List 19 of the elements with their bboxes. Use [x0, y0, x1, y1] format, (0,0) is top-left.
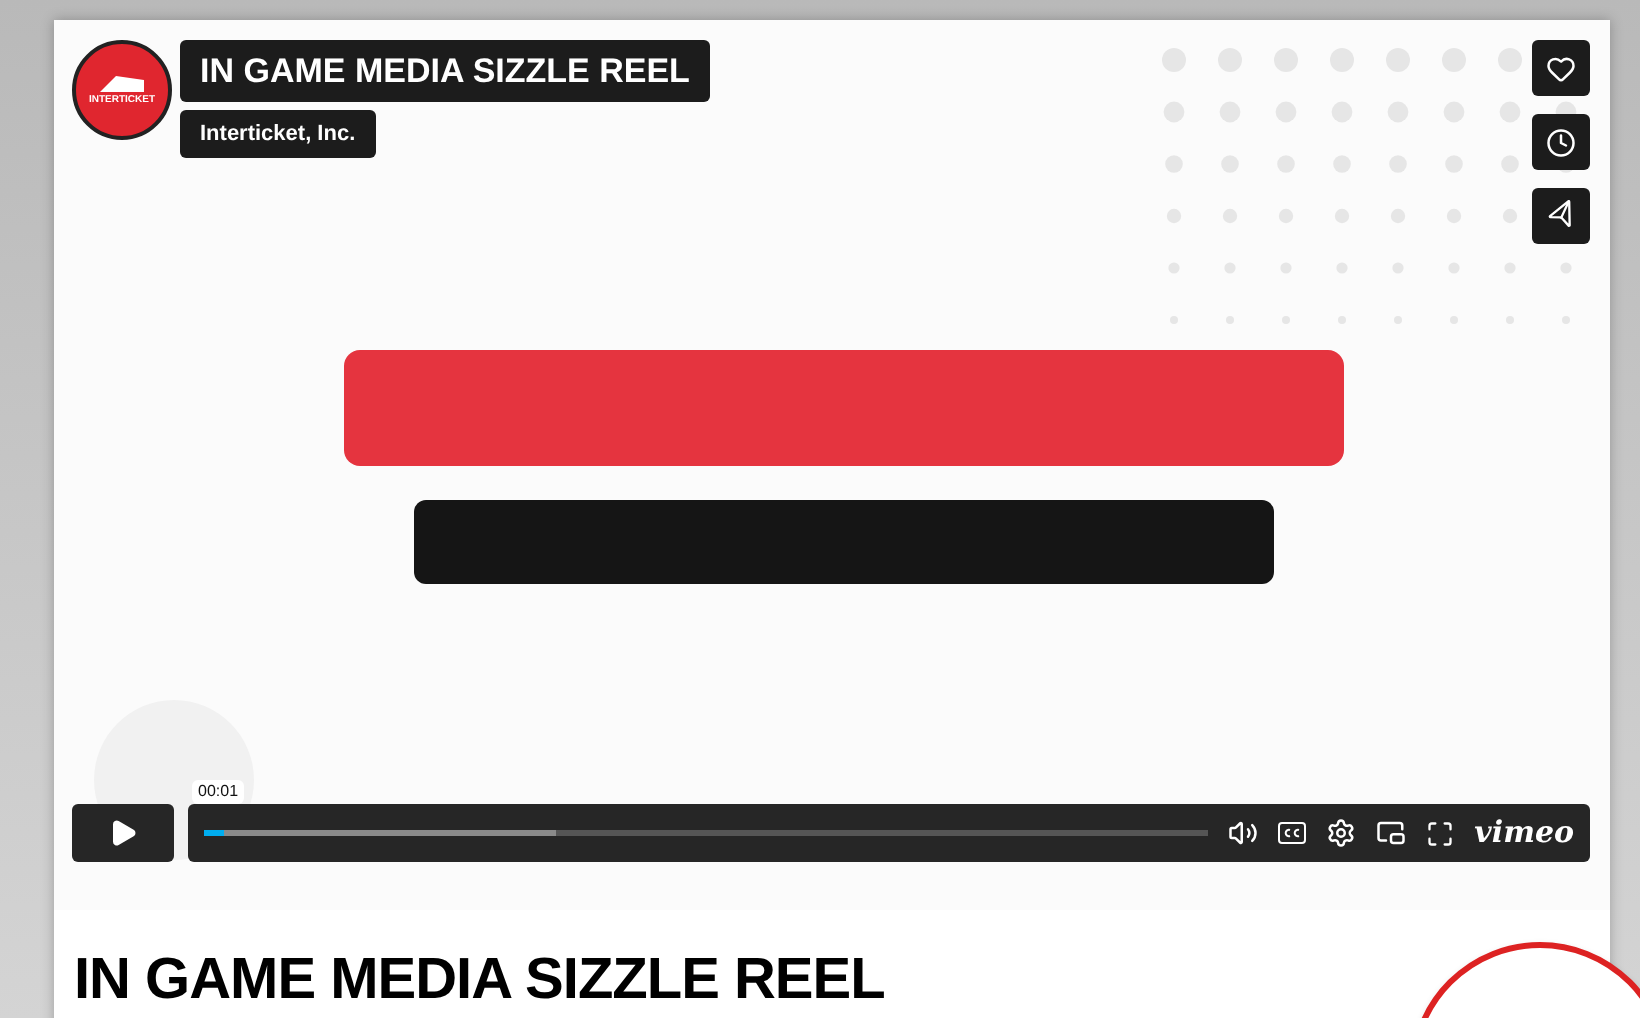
- clock-icon: [1546, 127, 1576, 157]
- fullscreen-icon[interactable]: [1426, 819, 1455, 847]
- heart-icon: [1546, 53, 1576, 83]
- volume-icon[interactable]: [1228, 818, 1259, 848]
- time-tooltip: 00:01: [192, 780, 245, 804]
- video-heading: IN GAME MEDIA SIZZLE REEL: [74, 946, 885, 1014]
- vimeo-logo[interactable]: vimeo: [1474, 818, 1574, 848]
- watch-later-button[interactable]: [1532, 114, 1590, 170]
- share-button[interactable]: [1532, 188, 1590, 244]
- settings-icon[interactable]: [1326, 818, 1357, 848]
- captions-icon[interactable]: [1278, 822, 1307, 844]
- play-button[interactable]: [72, 804, 174, 862]
- stand-icon: [96, 74, 148, 94]
- picture-in-picture-icon[interactable]: [1376, 818, 1407, 848]
- byline[interactable]: Interticket, Inc.: [180, 110, 376, 158]
- progress-track[interactable]: [204, 830, 1209, 836]
- video-title[interactable]: IN GAME MEDIA SIZZLE REEL: [180, 40, 710, 102]
- like-button[interactable]: [1532, 40, 1590, 96]
- play-icon: [108, 818, 138, 848]
